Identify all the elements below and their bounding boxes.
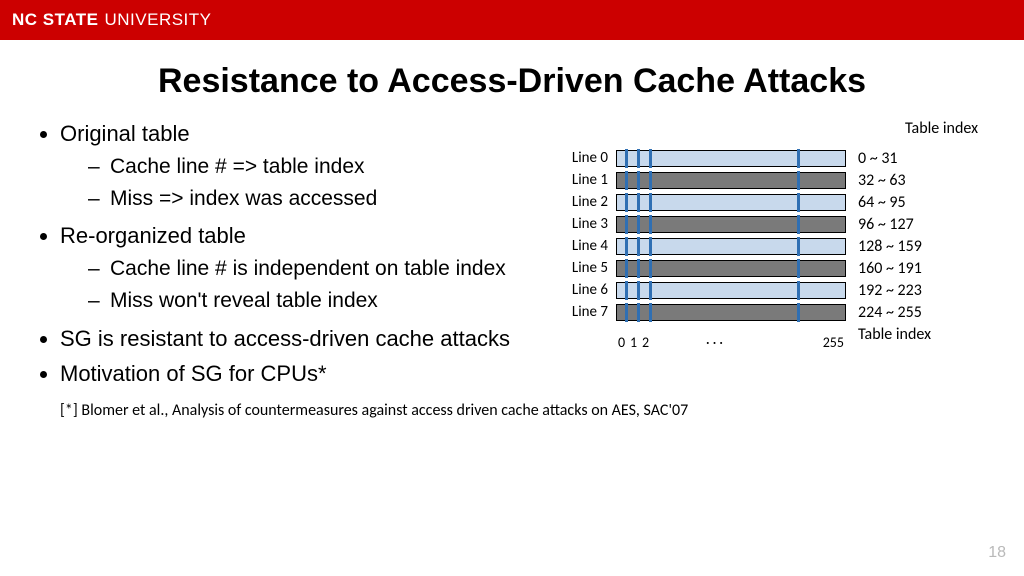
page-number: 18 <box>988 544 1006 562</box>
cache-line-row: Line 1 32 ~ 63 <box>560 169 1000 191</box>
column-marker <box>649 171 652 190</box>
tick-1: 1 <box>630 334 637 351</box>
cache-line-bar <box>616 304 846 321</box>
cache-line-bar <box>616 260 846 277</box>
x-axis-label: Table index <box>846 325 931 344</box>
column-marker <box>797 303 800 322</box>
line-label: Line 2 <box>560 193 616 211</box>
column-marker <box>637 215 640 234</box>
cache-line-bar <box>616 172 846 189</box>
bullet-reorganized-table: Re-organized table Cache line # is indep… <box>60 221 550 315</box>
column-marker <box>637 149 640 168</box>
column-marker <box>649 149 652 168</box>
column-marker <box>649 215 652 234</box>
tick-2: 2 <box>642 334 649 351</box>
cache-line-figure: Line 00 ~ 31Line 132 ~ 63Line 264 ~ 95Li… <box>560 147 1000 323</box>
cache-line-bar <box>616 216 846 233</box>
x-axis: 0 1 2 · · · 255 Table index <box>560 323 1000 345</box>
cache-line-bar <box>616 238 846 255</box>
column-marker <box>625 149 628 168</box>
cache-line-row: Line 4 128 ~ 159 <box>560 235 1000 257</box>
brand-bold: NC STATE <box>12 10 98 30</box>
slide-title: Resistance to Access-Driven Cache Attack… <box>0 62 1024 101</box>
line-label: Line 7 <box>560 303 616 321</box>
sub-bullet: Miss won't reveal table index <box>88 287 550 315</box>
header-bar: NC STATE UNIVERSITY <box>0 0 1024 40</box>
line-label: Line 6 <box>560 281 616 299</box>
index-range: 96 ~ 127 <box>846 215 914 234</box>
sub-bullet: Cache line # => table index <box>88 153 550 181</box>
bullet-motivation: Motivation of SG for CPUs* <box>60 359 550 389</box>
column-marker <box>637 193 640 212</box>
column-marker <box>625 171 628 190</box>
tick-dots: · · · <box>706 334 723 351</box>
column-marker <box>637 281 640 300</box>
column-marker <box>797 171 800 190</box>
column-marker <box>649 281 652 300</box>
line-label: Line 4 <box>560 237 616 255</box>
figure-area: Table index Line 00 ~ 31Line 132 ~ 63Lin… <box>560 119 1000 395</box>
sub-bullet: Cache line # is independent on table ind… <box>88 255 550 283</box>
content-area: Original table Cache line # => table ind… <box>0 119 1024 395</box>
tick-255: 255 <box>823 334 844 351</box>
column-marker <box>637 171 640 190</box>
index-range: 224 ~ 255 <box>846 303 922 322</box>
index-range: 0 ~ 31 <box>846 149 898 168</box>
cache-line-bar <box>616 194 846 211</box>
cache-line-bar <box>616 282 846 299</box>
column-marker <box>797 215 800 234</box>
index-range: 128 ~ 159 <box>846 237 922 256</box>
cache-line-row: Line 2 64 ~ 95 <box>560 191 1000 213</box>
cache-line-row: Line 0 0 ~ 31 <box>560 147 1000 169</box>
column-marker <box>649 237 652 256</box>
column-marker <box>797 237 800 256</box>
index-range: 192 ~ 223 <box>846 281 922 300</box>
bullet-text: Original table <box>60 121 190 146</box>
bullet-text: Re-organized table <box>60 223 246 248</box>
footnote: [*] Blomer et al., Analysis of counterme… <box>0 395 1024 420</box>
column-marker <box>625 259 628 278</box>
column-marker <box>637 259 640 278</box>
cache-line-row: Line 6 192 ~ 223 <box>560 279 1000 301</box>
column-marker <box>625 193 628 212</box>
cache-line-row: Line 3 96 ~ 127 <box>560 213 1000 235</box>
brand-light: UNIVERSITY <box>104 10 211 30</box>
index-range: 160 ~ 191 <box>846 259 922 278</box>
column-marker <box>637 237 640 256</box>
bullet-sg-resistant: SG is resistant to access-driven cache a… <box>60 324 550 354</box>
column-marker <box>797 149 800 168</box>
column-marker <box>637 303 640 322</box>
index-range: 64 ~ 95 <box>846 193 906 212</box>
table-index-label-top: Table index <box>905 119 978 138</box>
column-marker <box>649 259 652 278</box>
column-marker <box>625 215 628 234</box>
bullet-original-table: Original table Cache line # => table ind… <box>60 119 550 213</box>
column-marker <box>625 237 628 256</box>
cache-line-row: Line 5 160 ~ 191 <box>560 257 1000 279</box>
index-range: 32 ~ 63 <box>846 171 906 190</box>
line-label: Line 0 <box>560 149 616 167</box>
tick-0: 0 <box>618 334 625 351</box>
column-marker <box>797 193 800 212</box>
column-marker <box>797 281 800 300</box>
column-marker <box>625 303 628 322</box>
column-marker <box>797 259 800 278</box>
sub-bullet: Miss => index was accessed <box>88 185 550 213</box>
column-marker <box>649 193 652 212</box>
line-label: Line 1 <box>560 171 616 189</box>
cache-line-row: Line 7 224 ~ 255 <box>560 301 1000 323</box>
column-marker <box>649 303 652 322</box>
bullet-list: Original table Cache line # => table ind… <box>40 119 560 395</box>
line-label: Line 5 <box>560 259 616 277</box>
cache-line-bar <box>616 150 846 167</box>
column-marker <box>625 281 628 300</box>
line-label: Line 3 <box>560 215 616 233</box>
